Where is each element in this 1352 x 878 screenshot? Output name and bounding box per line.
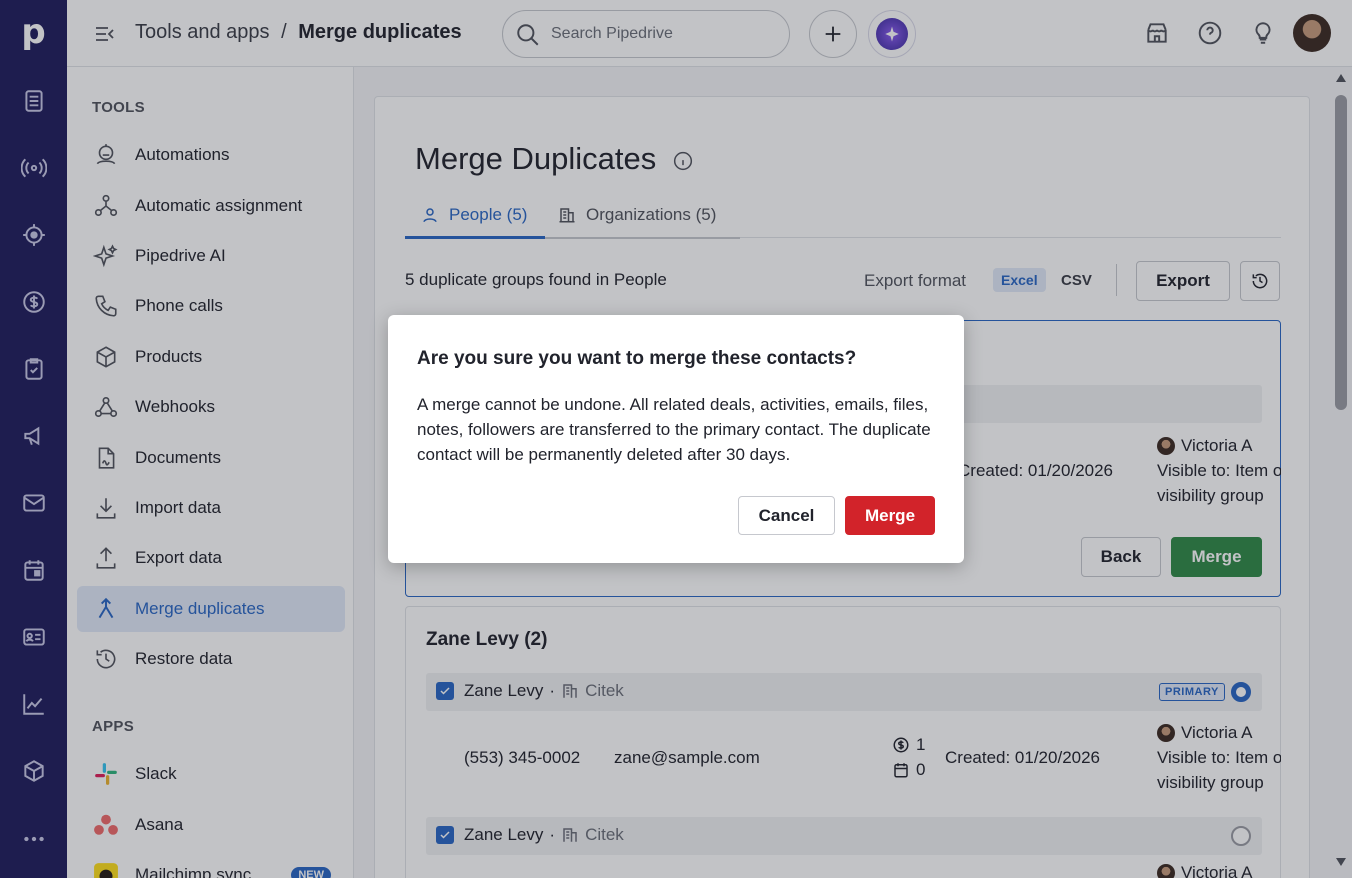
cancel-button[interactable]: Cancel	[738, 496, 835, 535]
confirm-merge-button[interactable]: Merge	[845, 496, 935, 535]
merge-confirm-dialog: Are you sure you want to merge these con…	[388, 315, 964, 563]
dialog-body: A merge cannot be undone. All related de…	[417, 395, 931, 464]
dialog-title: Are you sure you want to merge these con…	[417, 348, 857, 369]
